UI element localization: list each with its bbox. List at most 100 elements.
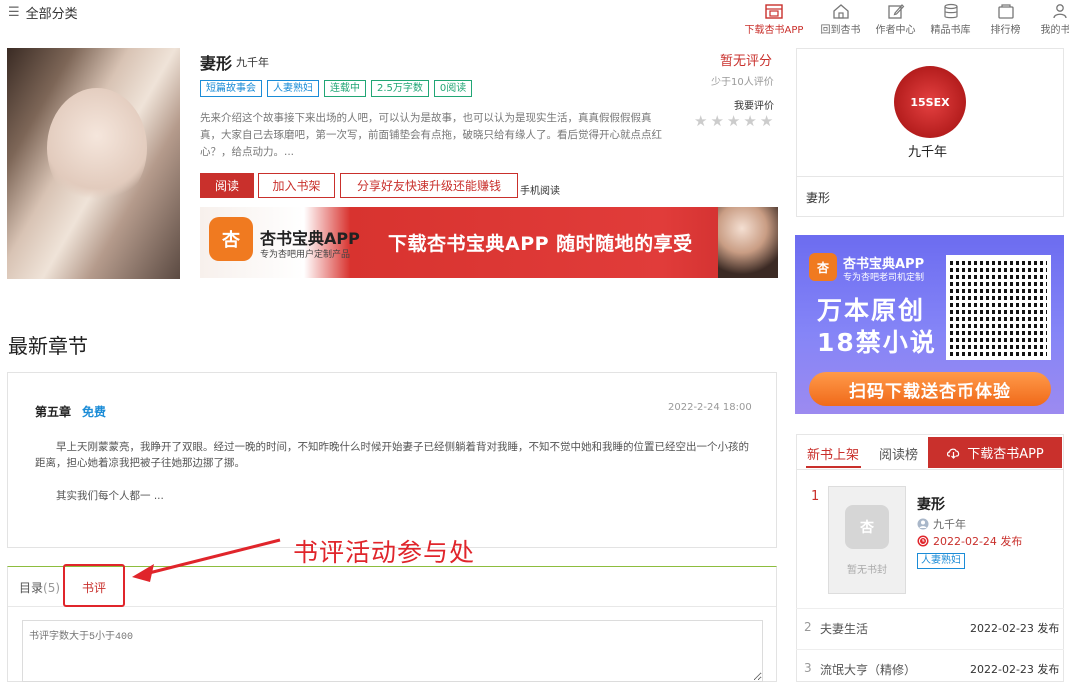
app-download-banner[interactable]: 杏 杏书宝典APP 专为杏吧用户定制产品 下载杏书宝典APP 随时随地的享受 [200,207,778,278]
rank-author-name[interactable]: 九千年 [933,516,966,532]
nav-ranking[interactable]: 排行榜 [978,3,1033,36]
latest-chapter-heading: 最新章节 [8,334,88,358]
no-cover-caption: 暂无书封 [847,564,887,576]
ad-headline-1: 万本原创 [817,296,926,325]
read-button[interactable]: 阅读 [200,173,254,198]
tab-new-books[interactable]: 新书上架 [807,444,859,463]
author-avatar[interactable]: 15SEX [894,66,966,138]
top-nav: 下载杏书APP 回到杏书 作者中心 精品书库 排行榜 我的书架 [735,3,1069,36]
annotation-arrow [132,538,281,582]
ad-app-sub: 专为杏吧老司机定制 [843,273,925,283]
edit-icon [887,4,904,19]
nav-label: 我的书架 [1040,25,1069,36]
rank-date-text: 2022-02-23 发布 [970,663,1060,676]
rank-number: 3 [804,661,812,675]
add-to-shelf-button[interactable]: 加入书架 [258,173,335,198]
chapter-excerpt: 早上天刚蒙蒙亮，我睁开了双眼。经过一晚的时间，不知昨晚什么时候开始妻子已经侧躺着… [35,441,749,469]
tab-read-ranking[interactable]: 阅读榜 [879,444,918,463]
tag-genre[interactable]: 人妻熟妇 [267,80,319,97]
clock-icon [917,535,929,547]
nav-my-shelf[interactable]: 我的书架 [1033,3,1069,36]
book-description: 先来介绍这个故事接下来出场的人吧，可以认为是故事，也可以认为是现实生活，真真假假… [200,112,662,158]
nav-label: 回到杏书 [820,25,861,36]
all-categories-menu[interactable]: ☰ 全部分类 [8,3,78,22]
home-icon [832,4,849,19]
rank-book-title[interactable]: 流氓大亨（精修） [820,661,916,678]
book-cover[interactable] [7,48,180,279]
app-logo-icon: 杏 [209,217,253,261]
review-input[interactable] [22,620,763,682]
user-icon [917,518,929,530]
rating-stars[interactable]: ★ ★ ★ ★ ★ [694,112,773,130]
database-icon [943,3,958,19]
rank-number: 1 [811,489,820,504]
divider [796,649,1064,650]
star-icon[interactable]: ★ [743,112,756,130]
tab-toc-label: 目录 [19,581,44,595]
nav-author-center[interactable]: 作者中心 [868,3,923,36]
tag-read-count: 0阅读 [433,80,473,97]
tag-word-count: 2.5万字数 [371,80,429,97]
all-categories-label: 全部分类 [25,7,78,22]
active-tab-indicator [806,466,861,468]
rank-book-title[interactable]: 妻形 [917,494,945,514]
author-card-book[interactable]: 妻形 [806,189,830,206]
divider [796,608,1064,609]
annotation-text: 书评活动参与处 [293,538,476,567]
star-icon[interactable]: ★ [760,112,773,130]
rank-book-title[interactable]: 夫妻生活 [820,620,868,637]
user-icon [1052,4,1067,19]
rate-me-label: 我要评价 [734,101,774,112]
download-app-button[interactable]: 下载杏书APP [928,437,1062,468]
book-tags: 短篇故事会 人妻熟妇 连载中 2.5万字数 0阅读 [200,80,473,97]
nav-download-app[interactable]: 下载杏书APP [735,3,813,36]
banner-app-sub: 专为杏吧用户定制产品 [260,250,351,260]
star-icon[interactable]: ★ [710,112,723,130]
chapter-time: 2022-2-24 18:00 [668,402,752,413]
chapter-excerpt-more: 其实我们每个人都一 ... [56,490,164,502]
banner-app-name: 杏书宝典APP [260,229,360,248]
nav-label: 排行榜 [990,25,1021,36]
chapter-title[interactable]: 第五章 [35,403,71,420]
book-author[interactable]: 九千年 [236,54,269,70]
rank-book-tag[interactable]: 人妻熟妇 [917,553,965,569]
rank-date-text: 2022-02-24 发布 [933,535,1023,548]
share-button[interactable]: 分享好友快速升级还能赚钱 [340,173,518,198]
banner-slogan: 下载杏书宝典APP 随时随地的享受 [388,233,693,255]
star-icon[interactable]: ★ [694,112,707,130]
cloud-download-icon [947,448,960,459]
tab-toc-count: (5) [43,581,61,595]
rank-book-cover[interactable]: 杏 暂无书封 [828,486,906,594]
nav-label: 下载杏书APP [744,25,804,36]
tag-category[interactable]: 短篇故事会 [200,80,262,97]
ad-cta[interactable]: 扫码下载送杏币体验 [809,372,1051,406]
no-score-label: 暂无评分 [720,54,773,69]
nav-label: 作者中心 [875,25,916,36]
nav-label: 精品书库 [930,25,971,36]
placeholder-logo-icon: 杏 [845,504,889,549]
mobile-read-link[interactable]: 手机阅读 [520,182,560,197]
rank-book-author: 九千年 [917,516,966,532]
app-logo-icon: 杏 [809,253,837,281]
divider [796,176,1064,177]
nav-home[interactable]: 回到杏书 [813,3,868,36]
ad-headline-2: 18禁小说 [817,328,937,357]
rank-book-date: 2022-02-24 发布 [917,533,1022,549]
free-badge: 免费 [82,405,107,419]
avatar-text: 15SEX [910,95,950,109]
rank-number: 2 [804,620,812,634]
rating-count-label: 少于10人评价 [711,77,774,88]
author-card-name[interactable]: 九千年 [908,141,947,160]
tab-toc[interactable]: 目录(5) [19,579,60,596]
banner-model-image [718,207,778,278]
ranking-icon [997,4,1014,19]
annotation-highlight-box [63,564,125,607]
nav-library[interactable]: 精品书库 [923,3,978,36]
download-app-label: 下载杏书APP [967,447,1044,462]
menu-icon: ☰ [8,5,20,20]
rank-date-text: 2022-02-23 发布 [970,622,1060,635]
qr-download-ad[interactable]: 杏 杏书宝典APP 专为杏吧老司机定制 万本原创 18禁小说 扫码下载送杏币体验 [795,235,1064,414]
star-icon[interactable]: ★ [727,112,740,130]
tag-status: 连载中 [324,80,366,97]
book-title: 妻形 [200,54,233,73]
